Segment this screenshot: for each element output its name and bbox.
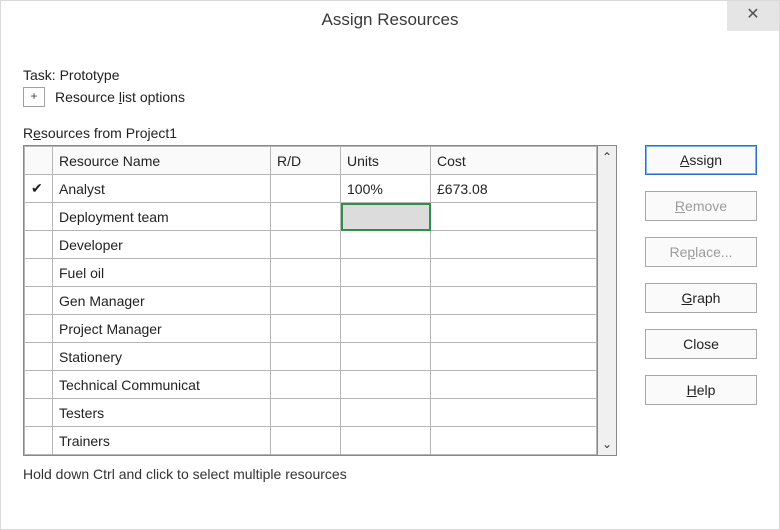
- row-cost[interactable]: [431, 231, 597, 259]
- task-prefix: Task:: [23, 67, 60, 83]
- table-row[interactable]: Deployment team: [25, 203, 597, 231]
- task-name: Prototype: [60, 67, 120, 83]
- row-resource-name[interactable]: Trainers: [53, 427, 271, 455]
- resource-list-options-row: + Resource list options: [23, 87, 757, 107]
- row-rd[interactable]: [271, 175, 341, 203]
- row-resource-name[interactable]: Gen Manager: [53, 287, 271, 315]
- row-resource-name[interactable]: Stationery: [53, 343, 271, 371]
- row-rd[interactable]: [271, 371, 341, 399]
- row-check[interactable]: [25, 399, 53, 427]
- assign-button[interactable]: Assign: [645, 145, 757, 175]
- col-rd[interactable]: R/D: [271, 147, 341, 175]
- row-check[interactable]: [25, 203, 53, 231]
- task-label: Task: Prototype: [23, 67, 757, 83]
- row-check[interactable]: [25, 427, 53, 455]
- row-units[interactable]: [341, 259, 431, 287]
- row-check[interactable]: [25, 259, 53, 287]
- row-cost[interactable]: [431, 343, 597, 371]
- dialog-body: Task: Prototype + Resource list options …: [1, 39, 779, 492]
- row-units[interactable]: [341, 343, 431, 371]
- dialog-title: Assign Resources: [321, 10, 458, 29]
- resources-from-label: Resources from Project1: [23, 125, 757, 141]
- table-row[interactable]: Project Manager: [25, 315, 597, 343]
- row-cost[interactable]: £673.08: [431, 175, 597, 203]
- grid-scrollbar[interactable]: ⌃ ⌄: [597, 145, 617, 456]
- row-rd[interactable]: [271, 427, 341, 455]
- row-resource-name[interactable]: Testers: [53, 399, 271, 427]
- assign-resources-dialog: Assign Resources ✕ Task: Prototype + Res…: [0, 0, 780, 530]
- close-button[interactable]: Close: [645, 329, 757, 359]
- expand-resource-list-button[interactable]: +: [23, 87, 45, 107]
- row-cost[interactable]: [431, 203, 597, 231]
- row-cost[interactable]: [431, 399, 597, 427]
- table-row[interactable]: Developer: [25, 231, 597, 259]
- row-rd[interactable]: [271, 315, 341, 343]
- row-resource-name[interactable]: Deployment team: [53, 203, 271, 231]
- col-cost[interactable]: Cost: [431, 147, 597, 175]
- row-resource-name[interactable]: Developer: [53, 231, 271, 259]
- multiselect-hint: Hold down Ctrl and click to select multi…: [23, 466, 757, 482]
- table-row[interactable]: Technical Communicat: [25, 371, 597, 399]
- row-check[interactable]: ✔: [25, 175, 53, 203]
- help-button[interactable]: Help: [645, 375, 757, 405]
- row-check[interactable]: [25, 371, 53, 399]
- row-rd[interactable]: [271, 231, 341, 259]
- row-cost[interactable]: [431, 315, 597, 343]
- button-column: Assign Remove Replace... Graph Close Hel…: [645, 145, 757, 405]
- row-units[interactable]: 100%: [341, 175, 431, 203]
- row-units[interactable]: [341, 315, 431, 343]
- row-cost[interactable]: [431, 259, 597, 287]
- resources-grid[interactable]: Resource Name R/D Units Cost ✔Analyst 100…: [23, 145, 597, 456]
- row-resource-name[interactable]: Fuel oil: [53, 259, 271, 287]
- replace-button: Replace...: [645, 237, 757, 267]
- row-units[interactable]: [341, 371, 431, 399]
- table-row[interactable]: Fuel oil: [25, 259, 597, 287]
- table-row[interactable]: ✔Analyst 100%£673.08: [25, 175, 597, 203]
- resource-list-options-label: Resource list options: [55, 89, 185, 105]
- table-row[interactable]: Trainers: [25, 427, 597, 455]
- remove-button: Remove: [645, 191, 757, 221]
- scroll-down-icon[interactable]: ⌄: [598, 433, 616, 455]
- table-row[interactable]: Testers: [25, 399, 597, 427]
- resources-table-area: Resource Name R/D Units Cost ✔Analyst 100…: [23, 145, 757, 456]
- table-row[interactable]: Gen Manager: [25, 287, 597, 315]
- row-check[interactable]: [25, 315, 53, 343]
- row-units[interactable]: [341, 399, 431, 427]
- row-units[interactable]: [341, 203, 431, 231]
- row-units[interactable]: [341, 427, 431, 455]
- row-cost[interactable]: [431, 287, 597, 315]
- title-bar: Assign Resources ✕: [1, 1, 779, 39]
- row-resource-name[interactable]: Project Manager: [53, 315, 271, 343]
- row-resource-name[interactable]: Technical Communicat: [53, 371, 271, 399]
- row-check[interactable]: [25, 343, 53, 371]
- header-row: Resource Name R/D Units Cost: [25, 147, 597, 175]
- row-rd[interactable]: [271, 203, 341, 231]
- row-units[interactable]: [341, 287, 431, 315]
- close-icon[interactable]: ✕: [727, 1, 779, 31]
- row-rd[interactable]: [271, 287, 341, 315]
- col-check[interactable]: [25, 147, 53, 175]
- row-resource-name[interactable]: Analyst: [53, 175, 271, 203]
- col-resource-name[interactable]: Resource Name: [53, 147, 271, 175]
- col-units[interactable]: Units: [341, 147, 431, 175]
- row-cost[interactable]: [431, 371, 597, 399]
- row-rd[interactable]: [271, 399, 341, 427]
- row-check[interactable]: [25, 287, 53, 315]
- table-row[interactable]: Stationery: [25, 343, 597, 371]
- row-rd[interactable]: [271, 259, 341, 287]
- scroll-up-icon[interactable]: ⌃: [598, 146, 616, 168]
- row-units[interactable]: [341, 231, 431, 259]
- graph-button[interactable]: Graph: [645, 283, 757, 313]
- row-check[interactable]: [25, 231, 53, 259]
- row-rd[interactable]: [271, 343, 341, 371]
- row-cost[interactable]: [431, 427, 597, 455]
